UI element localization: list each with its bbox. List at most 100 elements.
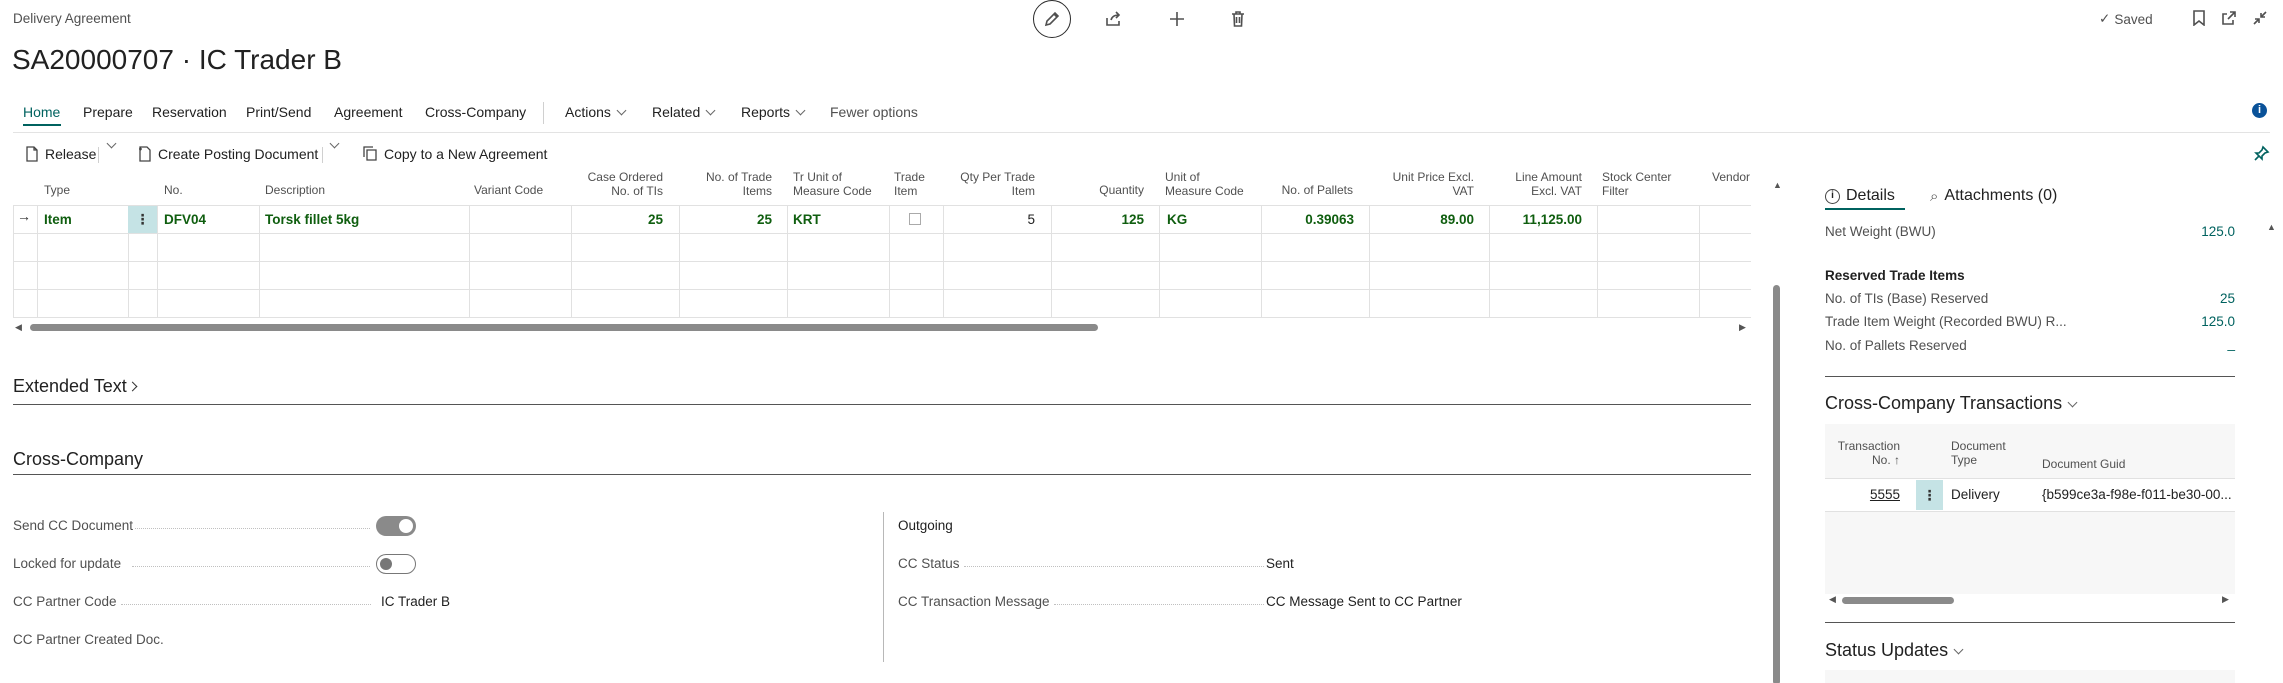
edit-button[interactable]	[1033, 0, 1071, 38]
net-weight-value[interactable]: 125.0	[2201, 224, 2235, 239]
new-button[interactable]	[1166, 8, 1188, 30]
grid-row-line	[13, 233, 1751, 234]
cct-scroll-left-icon[interactable]: ◀	[1829, 594, 1836, 605]
tab-reports[interactable]: Reports	[741, 104, 806, 120]
pallets-reserved-value[interactable]: _	[2227, 336, 2235, 351]
open-new-window-button[interactable]	[2219, 8, 2239, 28]
cell-unit-price[interactable]: 89.00	[1369, 212, 1474, 227]
factbox-tab-indicator	[1825, 208, 1905, 210]
cc-msg-label: CC Transaction Message	[898, 594, 1050, 609]
share-button[interactable]	[1103, 8, 1125, 30]
grid-col-line	[37, 205, 38, 317]
tab-agreement[interactable]: Agreement	[334, 104, 402, 120]
cell-case-ordered[interactable]: 25	[571, 212, 663, 227]
col-trade-item: Trade Item	[894, 170, 925, 198]
cc-transactions-header[interactable]: Cross-Company Transactions	[1825, 393, 2078, 414]
cell-description[interactable]: Torsk fillet 5kg	[265, 212, 359, 227]
locked-toggle[interactable]	[376, 554, 416, 574]
cell-quantity[interactable]: 125	[1051, 212, 1144, 227]
col-variant-code: Variant Code	[474, 183, 544, 197]
grid-row-line	[13, 261, 1751, 262]
chevron-right-icon	[127, 381, 138, 392]
tab-cross-company[interactable]: Cross-Company	[425, 104, 526, 120]
delete-button[interactable]	[1227, 8, 1249, 30]
cct-row-menu-button[interactable]: ⋮	[1916, 480, 1943, 510]
grid-horizontal-scrollbar[interactable]	[30, 324, 1098, 331]
create-posting-document-button[interactable]: Create Posting Document	[138, 146, 318, 162]
col-stock-center: Stock Center Filter	[1602, 170, 1672, 198]
row-menu-button[interactable]: ⋮	[128, 206, 157, 233]
send-cc-label: Send CC Document	[13, 518, 134, 533]
col-case-ordered: Case Ordered No. of TIs	[587, 170, 663, 198]
tab-details[interactable]: i Details	[1825, 187, 1895, 205]
chevron-down-icon	[106, 138, 117, 149]
cc-status-value: Sent	[1266, 556, 1294, 571]
pin-button[interactable]	[2253, 144, 2271, 162]
cct-horizontal-scrollbar[interactable]	[1842, 597, 1954, 604]
current-row-arrow-icon: →	[17, 208, 31, 224]
scroll-left-icon[interactable]: ◀	[15, 322, 22, 333]
saved-status: ✓ Saved	[2099, 11, 2153, 27]
tab-prepare[interactable]: Prepare	[83, 104, 133, 120]
cell-type[interactable]: Item	[44, 212, 72, 227]
extended-text-title: Extended Text	[13, 376, 127, 396]
copy-agreement-label: Copy to a New Agreement	[384, 146, 548, 162]
cell-uom[interactable]: KG	[1167, 212, 1187, 227]
tab-print-send[interactable]: Print/Send	[246, 104, 311, 120]
cct-scroll-right-icon[interactable]: ▶	[2222, 594, 2229, 605]
cct-row-no-link[interactable]: 5555	[1830, 487, 1900, 502]
scroll-right-icon[interactable]: ▶	[1739, 322, 1746, 333]
grid-col-line	[13, 205, 14, 317]
chevron-down-icon	[2067, 397, 2078, 408]
weight-reserved-value[interactable]: 125.0	[2201, 314, 2235, 329]
copy-to-new-agreement-button[interactable]: Copy to a New Agreement	[362, 146, 547, 162]
cell-trade-items[interactable]: 25	[679, 212, 772, 227]
send-cc-toggle[interactable]	[376, 516, 416, 536]
cell-no[interactable]: DFV04	[164, 212, 206, 227]
grid-col-line	[469, 205, 470, 317]
cell-pallets[interactable]: 0.39063	[1261, 212, 1354, 227]
tab-reservation[interactable]: Reservation	[152, 104, 227, 120]
cell-tr-uom[interactable]: KRT	[793, 212, 821, 227]
tab-home[interactable]: Home	[23, 104, 60, 120]
tab-attachments[interactable]: ⌕ Attachments (0)	[1930, 187, 2057, 205]
share-icon	[1106, 11, 1121, 26]
cct-col-doctype-line2: Type	[1951, 453, 1978, 467]
action-separator	[322, 147, 323, 163]
tab-reports-label: Reports	[741, 104, 791, 120]
tab-related[interactable]: Related	[652, 104, 716, 120]
tab-attachments-label: Attachments (0)	[1944, 187, 2058, 204]
tis-reserved-value[interactable]: 25	[2220, 291, 2235, 306]
release-button[interactable]: Release	[25, 146, 96, 162]
cct-col-doctype-line1: Document	[1951, 439, 2006, 453]
col-qty-per-trade: Qty Per Trade Item	[960, 170, 1035, 198]
cct-col-doctype: Document Type	[1951, 439, 2006, 467]
tab-details-label: Details	[1846, 187, 1895, 204]
collapse-button[interactable]	[2250, 8, 2270, 28]
cell-qty-per-trade[interactable]: 5	[943, 212, 1035, 227]
create-posting-dropdown[interactable]	[324, 138, 340, 150]
status-updates-header[interactable]: Status Updates	[1825, 640, 1964, 661]
scroll-up-icon[interactable]: ▲	[1773, 180, 1782, 190]
pin-icon	[2254, 145, 2270, 161]
active-tab-indicator	[23, 124, 61, 126]
bookmark-button[interactable]	[2189, 8, 2209, 28]
release-dropdown[interactable]	[101, 138, 117, 150]
tabs-divider	[13, 132, 2270, 133]
column-divider	[883, 512, 884, 662]
tab-related-label: Related	[652, 104, 701, 120]
fewer-options-link[interactable]: Fewer options	[830, 104, 918, 120]
cc-transactions-title: Cross-Company Transactions	[1825, 393, 2063, 413]
cross-company-header[interactable]: Cross-Company	[13, 449, 143, 470]
tab-separator	[543, 102, 544, 124]
cc-status-label: CC Status	[898, 556, 960, 571]
cell-line-amount[interactable]: 11,125.00	[1489, 212, 1582, 227]
main-vertical-scrollbar[interactable]	[1773, 285, 1780, 683]
partner-code-value[interactable]: IC Trader B	[381, 594, 450, 609]
info-icon[interactable]: i	[2252, 103, 2267, 118]
tab-actions[interactable]: Actions	[565, 104, 627, 120]
outgoing-label: Outgoing	[898, 518, 953, 533]
factbox-scroll-up-icon[interactable]: ▲	[2267, 222, 2276, 232]
trade-item-checkbox[interactable]	[909, 213, 921, 225]
extended-text-header[interactable]: Extended Text	[13, 376, 138, 397]
